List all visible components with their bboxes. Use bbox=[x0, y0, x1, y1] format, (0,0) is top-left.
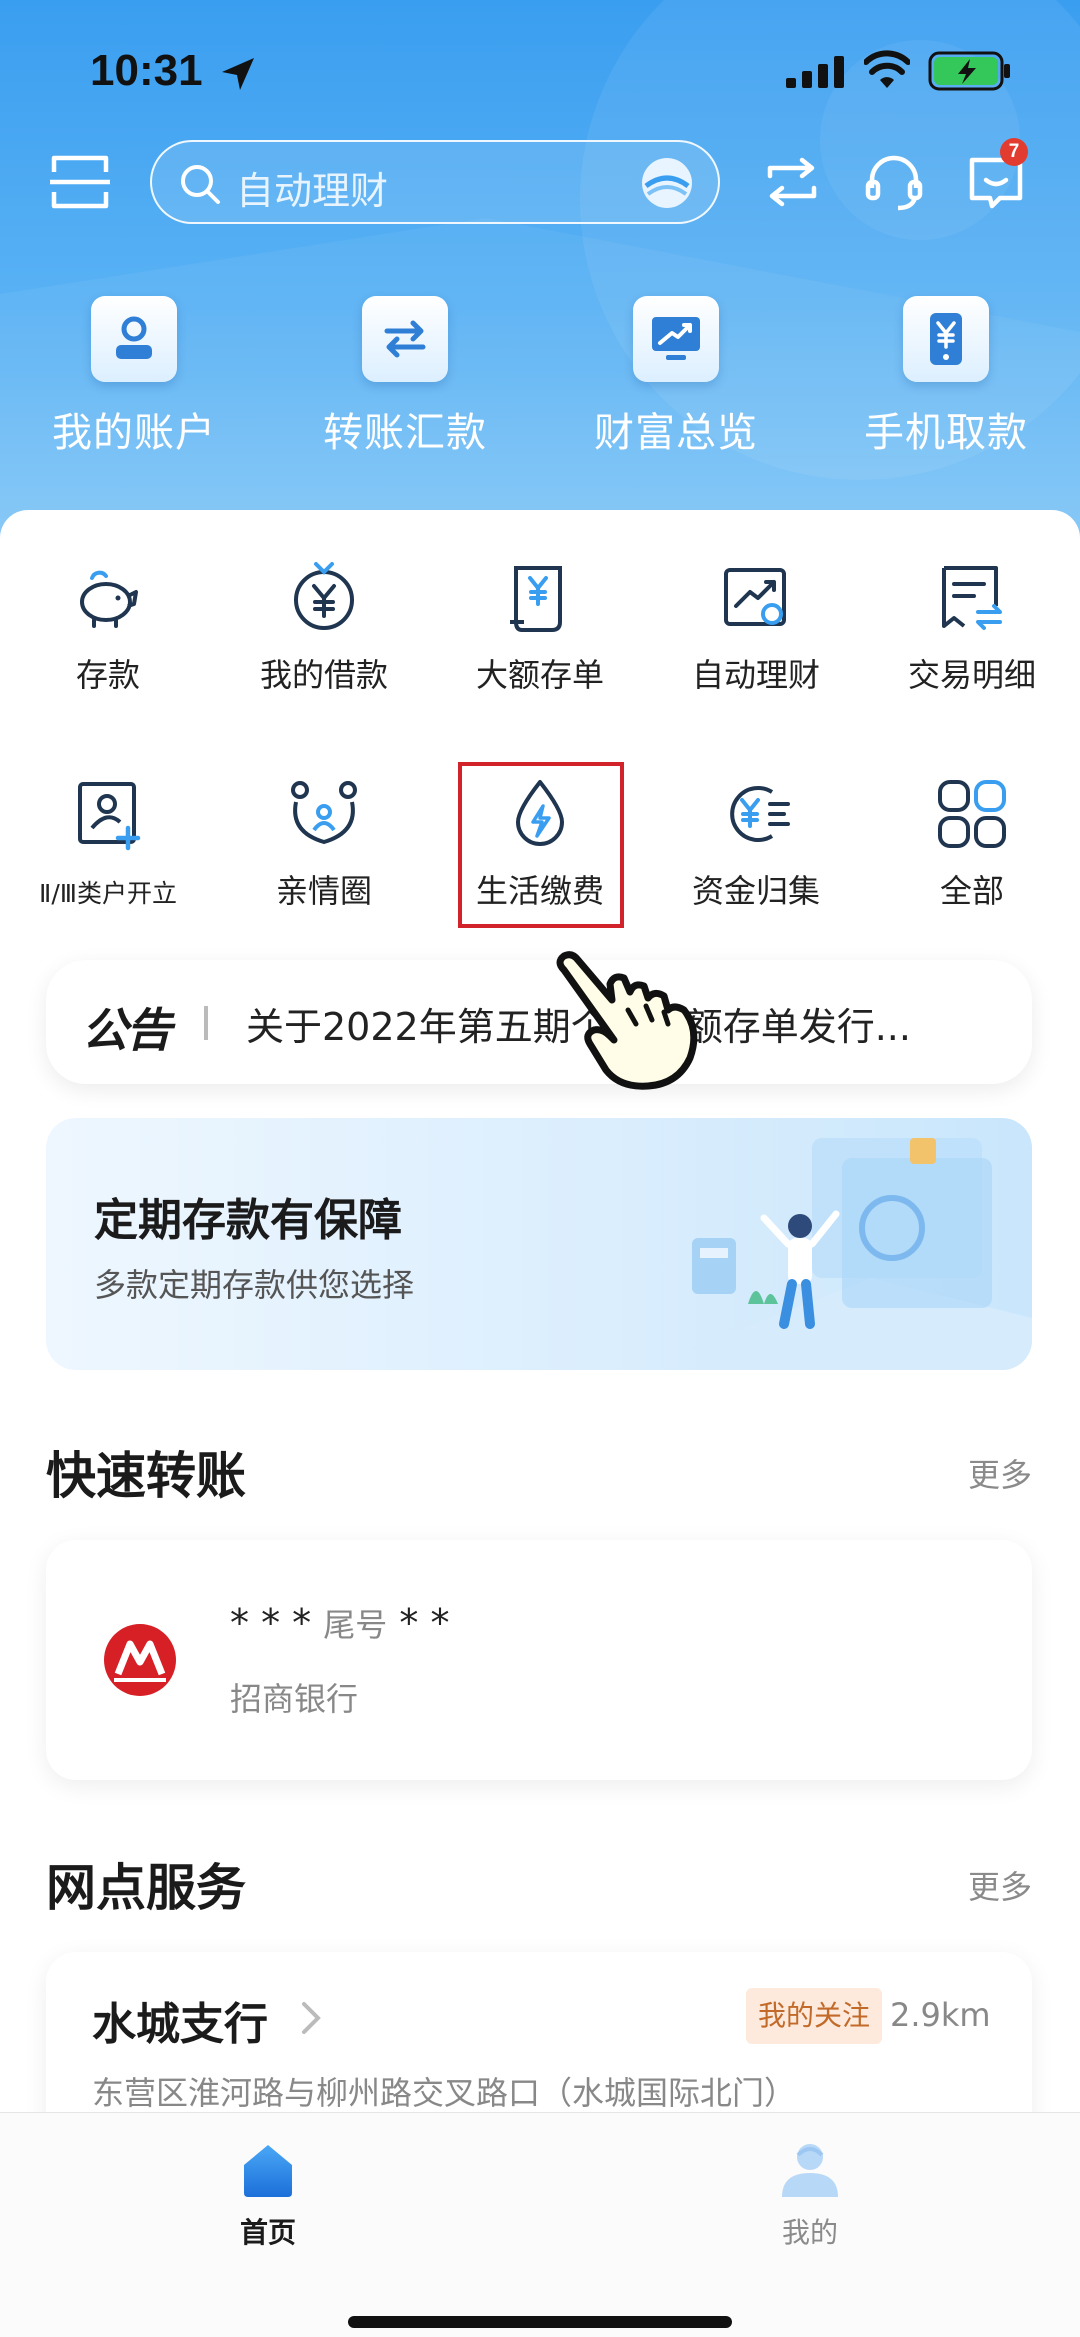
payee-bank: 招商银行 bbox=[230, 1680, 359, 1718]
service-label: 大额存单 bbox=[475, 656, 604, 694]
service-my-loan[interactable]: 我的借款 bbox=[216, 560, 432, 730]
quick-action-label: 转账汇款 bbox=[323, 410, 487, 456]
scan-icon[interactable] bbox=[48, 150, 112, 214]
payee-tail-label: 尾号 bbox=[323, 1606, 388, 1644]
transfer-icon bbox=[362, 296, 448, 382]
top-nav: 自动理财 7 bbox=[0, 138, 1080, 230]
service-fund-collection[interactable]: 资金归集 bbox=[648, 776, 864, 946]
quick-transfer-more-link[interactable]: 更多 bbox=[968, 1450, 1032, 1496]
message-badge: 7 bbox=[1000, 138, 1028, 166]
status-time: 10:31 bbox=[90, 46, 203, 95]
services-row-1: 存款 我的借款 大额存单 自动理财 交易明细 bbox=[0, 560, 1080, 730]
switch-icon[interactable] bbox=[760, 150, 824, 214]
service-open-account[interactable]: Ⅱ/Ⅲ类户开立 bbox=[0, 776, 216, 946]
search-input[interactable]: 自动理财 bbox=[150, 140, 720, 224]
transaction-detail-icon bbox=[942, 566, 1002, 630]
loan-icon bbox=[294, 562, 354, 630]
branch-service-more-link[interactable]: 更多 bbox=[968, 1862, 1032, 1908]
family-circle-icon bbox=[291, 781, 357, 845]
banner-illustration-icon bbox=[692, 1138, 1032, 1370]
home-indicator bbox=[348, 2316, 732, 2328]
payee-tail-number: * * bbox=[399, 1601, 450, 1645]
voice-assistant-icon[interactable] bbox=[640, 156, 694, 210]
service-label: 全部 bbox=[939, 872, 1004, 910]
header-banner: 10:31 自动理财 7 我的账户 转账汇款 财富总览 手机取款 bbox=[0, 0, 1080, 560]
service-transaction-detail[interactable]: 交易明细 bbox=[864, 560, 1080, 730]
search-icon bbox=[181, 165, 220, 204]
tab-home[interactable]: 首页 bbox=[188, 2137, 348, 2251]
quick-actions: 我的账户 转账汇款 财富总览 手机取款 bbox=[0, 290, 1080, 470]
service-label: 亲情圈 bbox=[275, 872, 372, 910]
status-bar: 10:31 bbox=[0, 0, 1080, 140]
service-label: 资金归集 bbox=[691, 872, 820, 910]
tab-label: 首页 bbox=[239, 2216, 296, 2249]
banner-subtitle: 多款定期存款供您选择 bbox=[94, 1266, 415, 1304]
all-services-icon bbox=[938, 780, 1006, 848]
phone-withdraw-icon bbox=[903, 296, 989, 382]
fund-collection-icon bbox=[730, 786, 790, 842]
quick-action-label: 手机取款 bbox=[864, 410, 1028, 456]
service-family-circle[interactable]: 亲情圈 bbox=[216, 776, 432, 946]
banner-title: 定期存款有保障 bbox=[94, 1195, 402, 1246]
payee-masked-name: * * * bbox=[230, 1601, 312, 1645]
piggy-bank-icon bbox=[80, 570, 138, 628]
service-label: 交易明细 bbox=[907, 656, 1036, 694]
wealth-chart-icon bbox=[633, 296, 719, 382]
branch-service-title: 网点服务 bbox=[46, 1859, 246, 1917]
auto-finance-icon bbox=[724, 568, 786, 626]
branch-address: 东营区淮河路与柳州路交叉路口（水城国际北门） bbox=[92, 2074, 797, 2112]
service-deposit[interactable]: 存款 bbox=[0, 560, 216, 730]
cellular-signal-icon bbox=[786, 56, 844, 88]
branch-distance: 2.9km bbox=[890, 1996, 991, 2034]
tab-profile[interactable]: 我的 bbox=[730, 2137, 890, 2251]
service-large-deposit[interactable]: 大额存单 bbox=[432, 560, 648, 730]
wifi-icon bbox=[864, 50, 910, 88]
chevron-right-icon bbox=[302, 2002, 321, 2034]
quick-action-phone-withdraw[interactable]: 手机取款 bbox=[846, 290, 1046, 470]
account-icon bbox=[91, 296, 177, 382]
quick-action-transfer[interactable]: 转账汇款 bbox=[305, 290, 505, 470]
payee-card[interactable]: * * * 尾号 * * 招商银行 bbox=[46, 1540, 1032, 1780]
quick-action-label: 财富总览 bbox=[594, 410, 758, 456]
customer-service-icon[interactable] bbox=[862, 150, 926, 214]
service-auto-finance[interactable]: 自动理财 bbox=[648, 560, 864, 730]
location-arrow-icon bbox=[222, 58, 254, 90]
branch-name: 水城支行 bbox=[92, 1999, 268, 2050]
follow-badge: 我的关注 bbox=[746, 1988, 883, 2044]
open-account-icon bbox=[78, 782, 141, 851]
tab-bar: 首页 我的 bbox=[0, 2112, 1080, 2337]
highlight-utility-payment bbox=[458, 762, 624, 928]
service-label: 存款 bbox=[75, 656, 140, 694]
quick-action-label: 我的账户 bbox=[52, 410, 216, 456]
quick-transfer-title: 快速转账 bbox=[46, 1447, 246, 1505]
battery-charging-icon bbox=[928, 51, 1010, 91]
search-placeholder: 自动理财 bbox=[236, 169, 389, 213]
home-icon bbox=[244, 2145, 292, 2197]
service-label: 自动理财 bbox=[691, 656, 820, 694]
profile-icon bbox=[782, 2144, 838, 2197]
announcement-bar[interactable]: 公告 关于2022年第五期个人大额存单发行... bbox=[46, 960, 1032, 1084]
payee-name: * * * 尾号 * * bbox=[230, 1600, 449, 1646]
cmb-bank-logo-icon bbox=[104, 1624, 176, 1696]
service-all[interactable]: 全部 bbox=[864, 776, 1080, 946]
pointer-hand-icon bbox=[556, 951, 698, 1090]
tab-label: 我的 bbox=[781, 2216, 838, 2249]
certificate-icon bbox=[510, 566, 562, 632]
quick-action-wealth-overview[interactable]: 财富总览 bbox=[576, 290, 776, 470]
quick-action-my-account[interactable]: 我的账户 bbox=[34, 290, 234, 470]
service-label: 我的借款 bbox=[259, 656, 388, 694]
promo-banner[interactable]: 定期存款有保障 多款定期存款供您选择 bbox=[46, 1118, 1032, 1370]
service-label: Ⅱ/Ⅲ类户开立 bbox=[39, 879, 177, 908]
divider bbox=[204, 1006, 208, 1040]
announcement-tag: 公告 bbox=[82, 1003, 172, 1057]
